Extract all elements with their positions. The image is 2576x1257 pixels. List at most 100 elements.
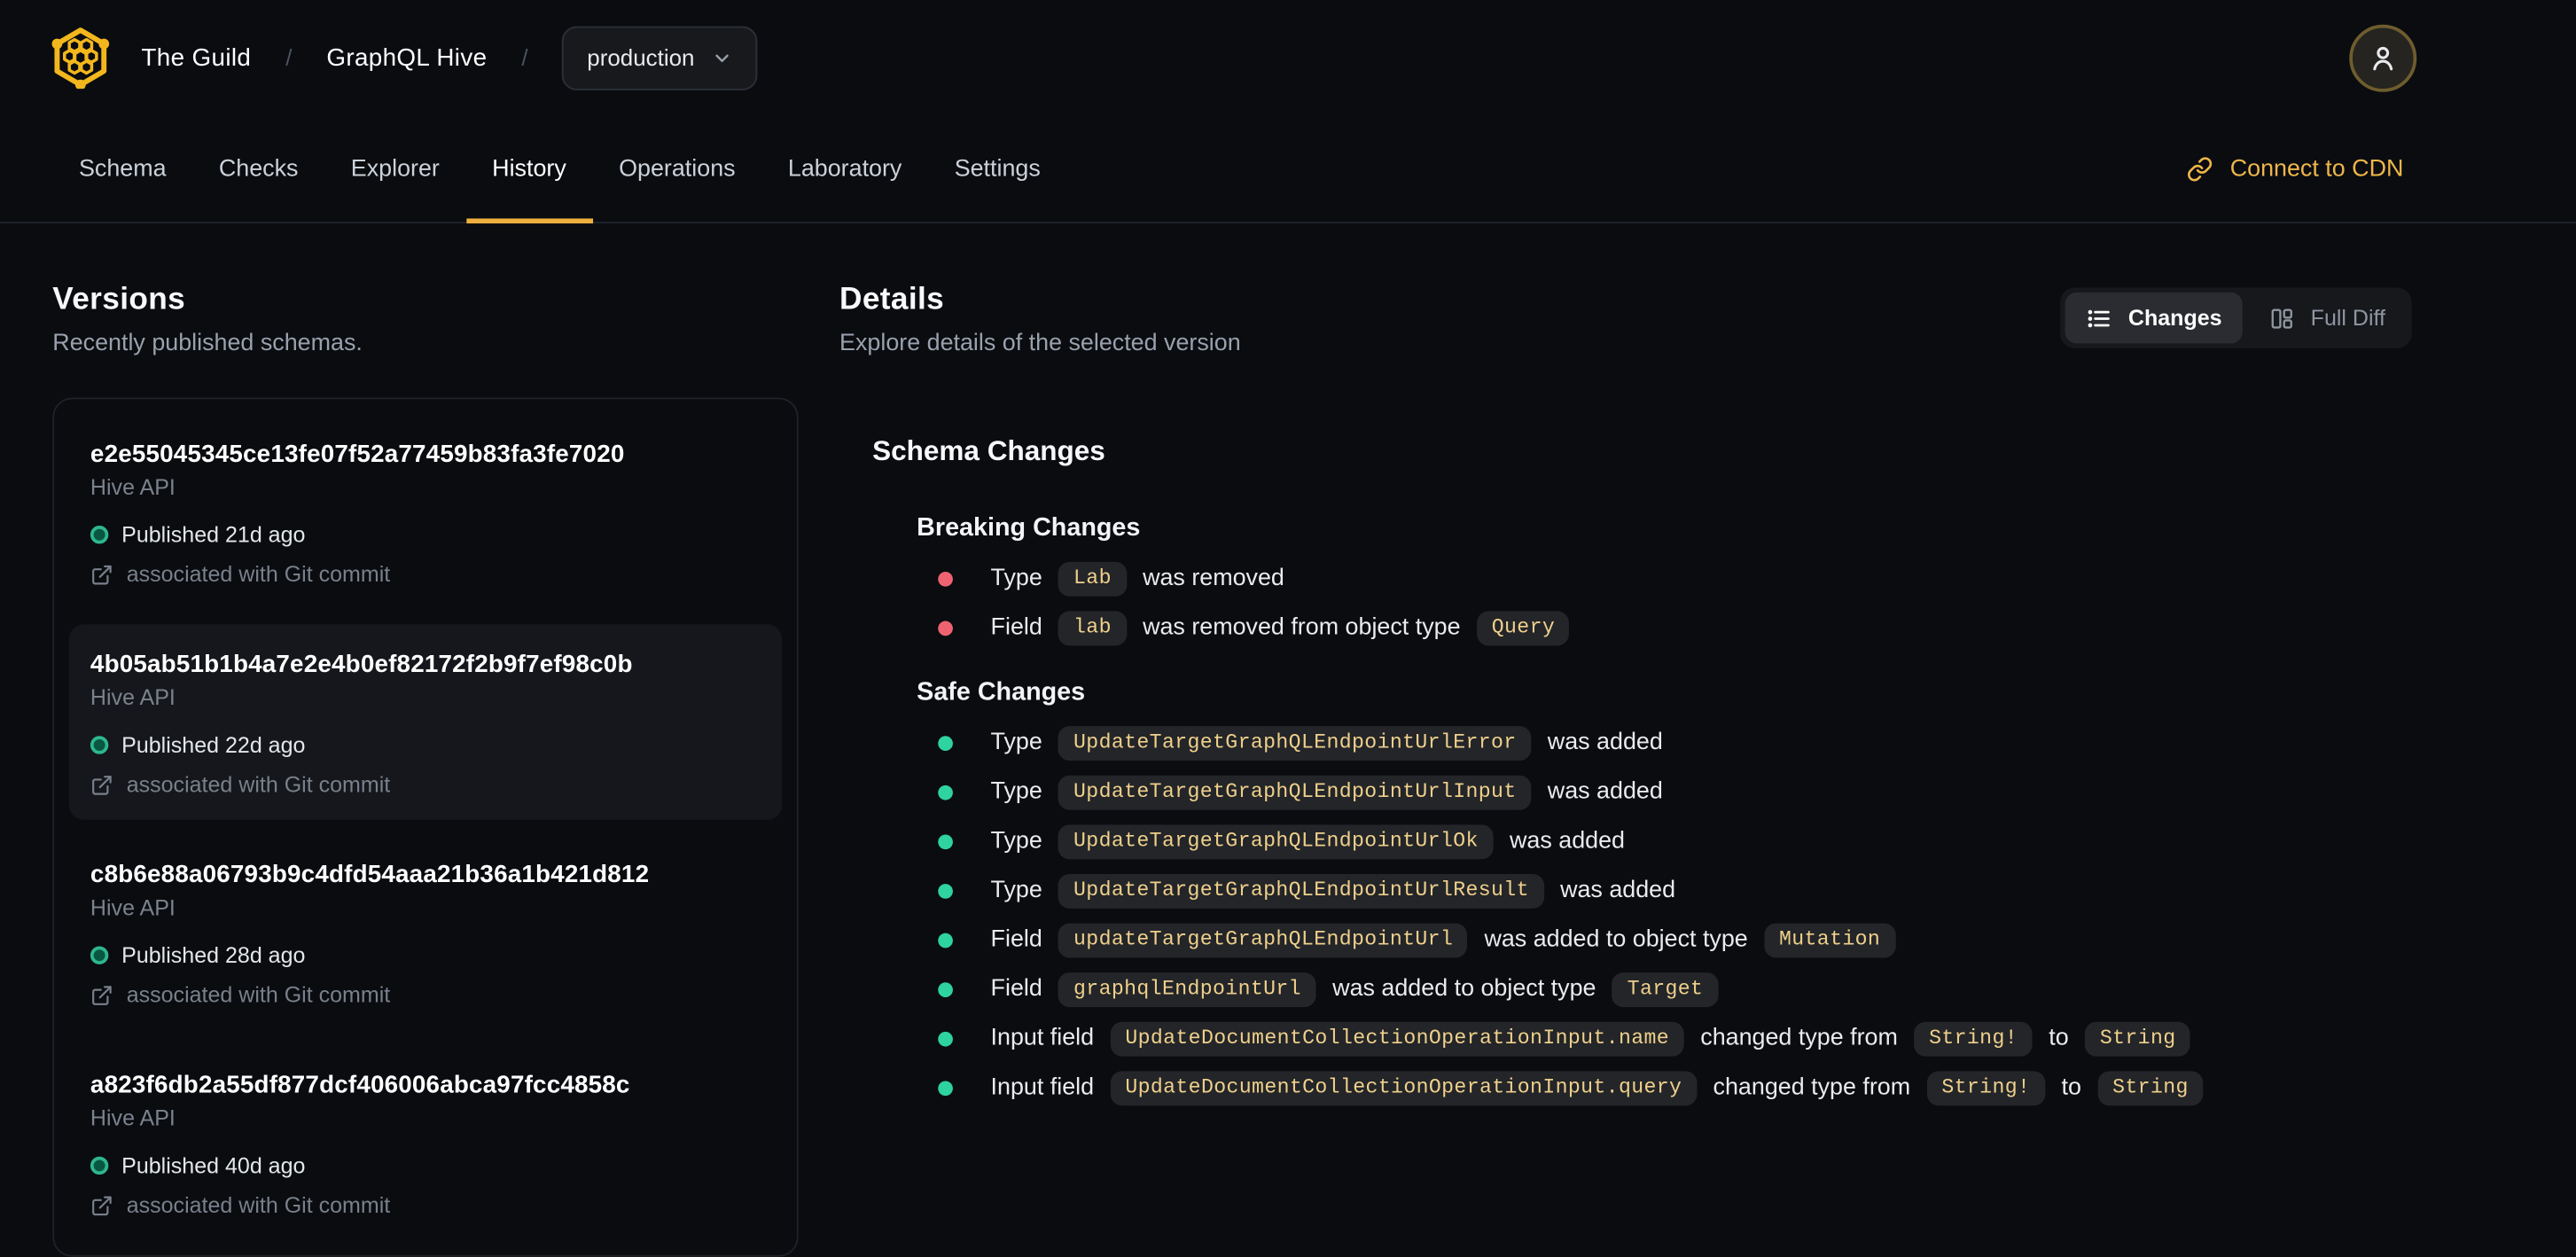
code-chip: Target: [1612, 972, 1719, 1007]
version-published: Published 21d ago: [121, 522, 306, 548]
tab-explorer[interactable]: Explorer: [324, 115, 465, 222]
safe-changes-list: Type UpdateTargetGraphQLEndpointUrlError w…: [917, 718, 2412, 1113]
external-link-icon: [90, 1193, 113, 1216]
change-text: was added: [1509, 828, 1625, 855]
connect-to-cdn-link[interactable]: Connect to CDN: [2188, 115, 2404, 222]
top-bar: The Guild / GraphQL Hive / production: [0, 0, 2576, 115]
changes-toggle-button[interactable]: Changes: [2065, 292, 2244, 344]
version-hash: a823f6db2a55df877dcf406006abca97fcc4858c: [90, 1071, 630, 1099]
version-service: Hive API: [90, 684, 176, 710]
breadcrumb-separator: /: [285, 44, 293, 71]
breadcrumb-project[interactable]: GraphQL Hive: [326, 43, 487, 72]
version-item[interactable]: a823f6db2a55df877dcf406006abca97fcc4858c…: [69, 1045, 782, 1241]
change-item: Type UpdateTargetGraphQLEndpointUrlOk was …: [917, 816, 2412, 866]
hive-logo-icon[interactable]: [50, 27, 112, 90]
safe-changes-group: Safe Changes Type UpdateTargetGraphQLEndp…: [839, 678, 2412, 1112]
code-chip: UpdateTargetGraphQLEndpointUrlResult: [1058, 873, 1544, 908]
version-published: Published 40d ago: [121, 1153, 306, 1178]
tab-laboratory[interactable]: Laboratory: [761, 115, 928, 222]
target-selector-value: production: [587, 44, 695, 71]
code-chip: Lab: [1058, 560, 1127, 596]
code-chip: UpdateTargetGraphQLEndpointUrlInput: [1058, 774, 1532, 809]
breaking-changes-title: Breaking Changes: [917, 514, 1141, 543]
published-dot-icon: [90, 526, 109, 544]
version-service: Hive API: [90, 1105, 176, 1131]
code-chip: lab: [1058, 610, 1127, 645]
person-icon: [2366, 40, 2400, 74]
app: The Guild / GraphQL Hive / production Sc…: [0, 0, 2576, 1257]
version-item[interactable]: 4b05ab51b1b4a7e2e4b0ef82172f2b9f7ef98c0b…: [68, 624, 783, 820]
versions-subtitle: Recently published schemas.: [52, 330, 363, 357]
code-chip: String: [2097, 1070, 2204, 1105]
change-text: was removed from object type: [1143, 614, 1461, 641]
change-text: to: [2049, 1025, 2069, 1052]
version-published: Published 28d ago: [121, 942, 306, 968]
tab-checks[interactable]: Checks: [192, 115, 324, 222]
connect-to-cdn-label: Connect to CDN: [2229, 155, 2404, 182]
version-item[interactable]: e2e55045345ce13fe07f52a77459b83fa3fe7020…: [69, 414, 782, 610]
external-link-icon: [90, 563, 113, 586]
change-text: changed type from: [1700, 1025, 1898, 1052]
full-diff-toggle-label: Full Diff: [2310, 305, 2386, 331]
code-chip: UpdateTargetGraphQLEndpointUrlOk: [1058, 824, 1494, 859]
version-hash: 4b05ab51b1b4a7e2e4b0ef82172f2b9f7ef98c0b: [90, 650, 633, 679]
change-text: Type: [990, 565, 1042, 592]
versions-title: Versions: [52, 282, 186, 317]
safe-changes-title: Safe Changes: [917, 678, 1086, 707]
version-hash: e2e55045345ce13fe07f52a77459b83fa3fe7020: [90, 440, 625, 469]
breadcrumb-org[interactable]: The Guild: [141, 43, 251, 72]
code-chip: UpdateDocumentCollectionOperationInput.n…: [1110, 1020, 1684, 1056]
details-header: Details Explore details of the selected …: [839, 283, 2412, 356]
change-text: Type: [990, 877, 1042, 904]
version-git-label: associated with Git commit: [126, 772, 391, 797]
full-diff-toggle-button[interactable]: Full Diff: [2248, 293, 2407, 343]
tab-operations[interactable]: Operations: [592, 115, 761, 222]
change-text: Field: [990, 614, 1042, 641]
bullet-list-icon: [2088, 305, 2114, 332]
changes-toggle-label: Changes: [2127, 305, 2222, 331]
code-chip: UpdateDocumentCollectionOperationInput.q…: [1110, 1070, 1698, 1105]
breadcrumb-separator: /: [521, 44, 528, 71]
tab-bar: Schema Checks Explorer History Operations Lab…: [0, 115, 2576, 224]
change-item: Type UpdateTargetGraphQLEndpointUrlResult…: [917, 866, 2412, 916]
version-git-label: associated with Git commit: [126, 982, 391, 1008]
change-text: Type: [990, 778, 1042, 806]
breaking-changes-list: Type Lab was removed Field lab was removed fr…: [917, 554, 2412, 652]
details-subtitle: Explore details of the selected version: [839, 330, 1241, 357]
schema-changes-title: Schema Changes: [872, 435, 1105, 467]
user-avatar[interactable]: [2349, 23, 2417, 91]
details-panel: Details Explore details of the selected …: [839, 283, 2412, 1113]
change-item: Input field UpdateDocumentCollectionOpera…: [917, 1063, 2412, 1113]
change-item: Input field UpdateDocumentCollectionOpera…: [917, 1013, 2412, 1063]
tab-settings[interactable]: Settings: [928, 115, 1066, 222]
breaking-changes-group: Breaking Changes Type Lab was removed Field…: [839, 514, 2412, 652]
code-chip: String!: [1926, 1070, 2045, 1105]
code-chip: Query: [1477, 610, 1570, 645]
code-chip: graphqlEndpointUrl: [1058, 972, 1316, 1007]
split-columns-icon: [2269, 305, 2296, 332]
external-link-icon: [90, 983, 113, 1006]
change-text: Input field: [990, 1074, 1095, 1101]
code-chip: String: [2085, 1020, 2191, 1056]
version-item[interactable]: c8b6e88a06793b9c4dfd54aaa21b36a1b421d812…: [69, 834, 782, 1030]
change-text: changed type from: [1713, 1074, 1911, 1101]
published-dot-icon: [90, 946, 109, 964]
target-selector[interactable]: production: [562, 25, 757, 90]
change-item: Field lab was removed from object type Quer…: [917, 603, 2412, 652]
change-item: Field updateTargetGraphQLEndpointUrl was a…: [917, 915, 2412, 964]
tab-list: Schema Checks Explorer History Operations Lab…: [52, 115, 1066, 224]
tab-history[interactable]: History: [465, 115, 593, 224]
version-service: Hive API: [90, 474, 176, 500]
main-content: Versions Recently published schemas. e2e…: [0, 223, 2576, 1257]
top-bar-left: The Guild / GraphQL Hive / production: [50, 25, 757, 90]
external-link-icon: [90, 773, 113, 796]
version-git-label: associated with Git commit: [126, 561, 391, 587]
code-chip: updateTargetGraphQLEndpointUrl: [1058, 922, 1468, 957]
version-service: Hive API: [90, 895, 176, 920]
code-chip: Mutation: [1764, 922, 1895, 957]
chevron-down-icon: [711, 47, 732, 68]
versions-list: e2e55045345ce13fe07f52a77459b83fa3fe7020…: [52, 397, 799, 1257]
code-chip: String!: [1914, 1020, 2033, 1056]
tab-schema[interactable]: Schema: [52, 115, 192, 222]
published-dot-icon: [90, 736, 109, 754]
